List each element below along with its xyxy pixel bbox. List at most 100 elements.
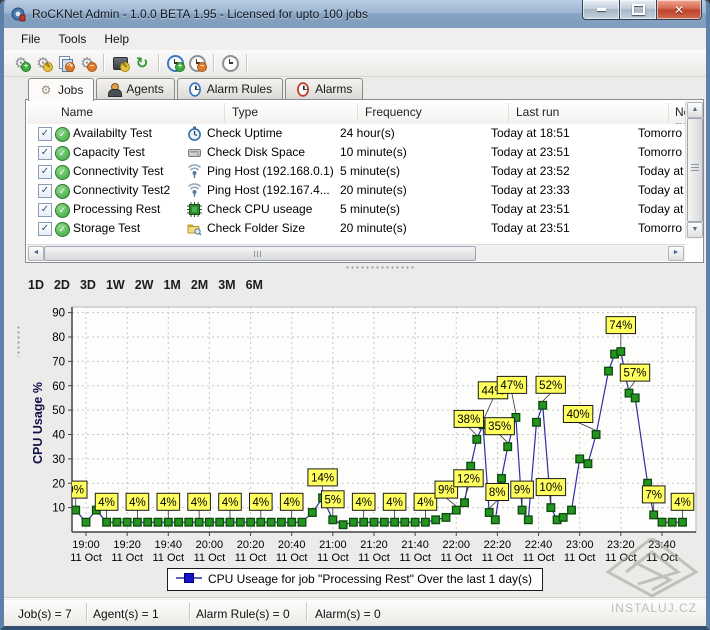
- menu-item-help[interactable]: Help: [95, 29, 138, 49]
- thumb-grip: [691, 167, 699, 168]
- data-point-marker: [144, 518, 152, 526]
- maximize-button[interactable]: [619, 0, 657, 20]
- table-row[interactable]: ✓✓Connectivity Test2Ping Host (192.167.4…: [27, 181, 686, 200]
- table-row[interactable]: ✓✓Availabilty TestCheck Uptime24 hour(s)…: [27, 124, 686, 143]
- data-point-marker: [679, 518, 687, 526]
- table-vertical-scrollbar[interactable]: ▲ ▼: [685, 101, 702, 239]
- tab-alarms[interactable]: Alarms: [285, 78, 363, 99]
- tab-agents[interactable]: Agents: [96, 78, 174, 99]
- range-button-1w[interactable]: 1W: [106, 278, 125, 294]
- range-button-1d[interactable]: 1D: [28, 278, 44, 294]
- toolbar-separator: [246, 54, 247, 72]
- job-last-run-cell: Today at 23:52: [491, 164, 636, 178]
- x-tick-time: 22:40: [525, 539, 553, 551]
- x-tick-time: 19:00: [72, 539, 100, 551]
- job-name-cell: Capacity Test: [73, 145, 185, 159]
- title-bar[interactable]: RoCKNet Admin - 1.0.0 BETA 1.95 - Licens…: [0, 0, 710, 29]
- data-point-marker: [185, 518, 193, 526]
- job-enabled-checkbox[interactable]: ✓: [38, 127, 52, 141]
- range-button-3d[interactable]: 3D: [80, 278, 96, 294]
- menu-item-file[interactable]: File: [12, 29, 49, 49]
- scroll-up-button[interactable]: ▲: [687, 102, 703, 118]
- job-name-cell: Storage Test: [73, 221, 185, 235]
- table-row[interactable]: ✓✓Processing RestCheck CPU useage5 minut…: [27, 200, 686, 219]
- status-divider: [4, 597, 706, 598]
- table-chart-splitter[interactable]: [25, 263, 702, 272]
- table-horizontal-scrollbar[interactable]: ◄ ►: [27, 244, 685, 261]
- edit-job-icon[interactable]: ⚙✎: [33, 54, 53, 72]
- edit-agent-icon[interactable]: ✎: [110, 54, 130, 72]
- chart-panel-grip[interactable]: [17, 325, 20, 357]
- column-header-name[interactable]: Name: [61, 105, 93, 119]
- y-tick-label: 40: [52, 430, 65, 442]
- value-label-text: 4%: [386, 497, 403, 509]
- tab-jobs[interactable]: ⚙Jobs: [28, 78, 94, 101]
- job-enabled-checkbox[interactable]: ✓: [38, 203, 52, 217]
- column-header-frequency[interactable]: Frequency: [365, 105, 422, 119]
- column-header-type[interactable]: Type: [232, 105, 258, 119]
- table-row[interactable]: ✓✓Storage TestCheck Folder Size20 minute…: [27, 219, 686, 238]
- copy-job-icon[interactable]: ↷: [55, 54, 75, 72]
- refresh-icon[interactable]: ↻: [132, 54, 152, 72]
- range-button-3m[interactable]: 3M: [218, 278, 235, 294]
- range-button-1m[interactable]: 1M: [163, 278, 180, 294]
- x-tick-time: 23:00: [566, 539, 594, 551]
- value-label-text: 74%: [609, 320, 632, 332]
- table-row[interactable]: ✓✓Connectivity TestPing Host (192.168.0.…: [27, 162, 686, 181]
- job-last-run-cell: Today at 23:51: [491, 202, 636, 216]
- scroll-down-button[interactable]: ▼: [687, 222, 703, 238]
- value-label-text: 8%: [489, 487, 506, 499]
- status-item-1: Agent(s) = 1: [93, 607, 159, 621]
- data-point-marker: [442, 514, 450, 522]
- toolbar-separator: [158, 54, 159, 72]
- toolbar-separator: [213, 54, 214, 72]
- column-header-last-run[interactable]: Last run: [516, 105, 559, 119]
- value-label-text: 9%: [514, 485, 531, 497]
- range-button-2w[interactable]: 2W: [135, 278, 154, 294]
- range-button-2m[interactable]: 2M: [191, 278, 208, 294]
- job-frequency-cell: 10 minute(s): [340, 145, 485, 159]
- data-point-marker: [631, 394, 639, 402]
- table-row[interactable]: ✓✓Capacity TestCheck Disk Space10 minute…: [27, 143, 686, 162]
- menu-item-tools[interactable]: Tools: [49, 29, 95, 49]
- minimize-button[interactable]: [582, 0, 619, 20]
- close-button[interactable]: ✕: [657, 0, 702, 20]
- job-enabled-checkbox[interactable]: ✓: [38, 146, 52, 160]
- edit-alarm-rule-icon[interactable]: −: [187, 54, 207, 72]
- job-enabled-checkbox[interactable]: ✓: [38, 184, 52, 198]
- x-tick-time: 21:40: [401, 539, 429, 551]
- minus-badge-icon: −: [197, 62, 207, 72]
- data-point-marker: [391, 518, 399, 526]
- data-point-marker: [592, 431, 600, 439]
- job-name-cell: Availabilty Test: [73, 126, 185, 140]
- menu-bar: FileToolsHelp: [4, 28, 706, 50]
- x-tick-time: 20:20: [237, 539, 265, 551]
- scroll-left-button[interactable]: ◄: [28, 246, 44, 261]
- job-type-cell: Check Folder Size: [207, 221, 337, 235]
- add-job-icon[interactable]: ⚙+: [11, 54, 31, 72]
- x-tick-date: 11 Oct: [194, 552, 226, 564]
- x-tick-time: 19:20: [113, 539, 141, 551]
- remove-job-icon[interactable]: ⚙−: [77, 54, 97, 72]
- jobs-table-panel: NameTypeFrequencyLast runNext run ✓✓Avai…: [25, 99, 704, 263]
- x-tick-date: 11 Oct: [399, 552, 431, 564]
- pencil-badge-icon: ✎: [120, 62, 130, 72]
- tab-alarm-rules[interactable]: Alarm Rules: [177, 78, 283, 99]
- range-button-6m[interactable]: 6M: [246, 278, 263, 294]
- view-alarms-icon[interactable]: [220, 54, 240, 72]
- data-point-marker: [165, 518, 173, 526]
- value-label-text: 4%: [222, 497, 239, 509]
- x-tick-date: 11 Oct: [152, 552, 184, 564]
- range-button-2d[interactable]: 2D: [54, 278, 70, 294]
- vertical-scroll-thumb[interactable]: [687, 118, 703, 222]
- job-next-run-cell: Tomorro: [638, 126, 686, 140]
- job-enabled-checkbox[interactable]: ✓: [38, 222, 52, 236]
- job-enabled-checkbox[interactable]: ✓: [38, 165, 52, 179]
- minimize-icon: [597, 8, 606, 11]
- data-point-marker: [175, 518, 183, 526]
- add-alarm-rule-icon[interactable]: +: [165, 54, 185, 72]
- data-point-marker: [339, 521, 347, 529]
- scroll-right-button[interactable]: ►: [668, 246, 684, 261]
- data-point-marker: [605, 367, 613, 375]
- horizontal-scroll-thumb[interactable]: [44, 246, 476, 261]
